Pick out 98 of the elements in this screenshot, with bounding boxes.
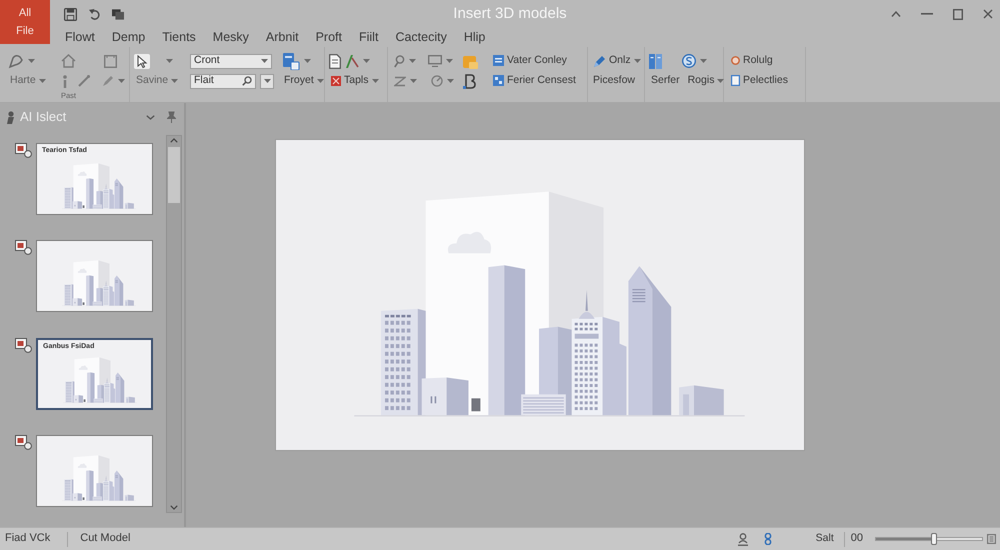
person-icon[interactable]	[738, 532, 748, 546]
status-text: Cut Model	[80, 532, 130, 546]
figure-icon	[6, 110, 15, 124]
stack-icon[interactable]	[112, 8, 124, 20]
cursor-icon[interactable]	[134, 54, 150, 68]
ribbon-dropdown[interactable]: Savine	[134, 75, 180, 87]
menu-tab[interactable]: Arbnit	[266, 30, 299, 45]
menu-tab[interactable]: Tients	[162, 30, 196, 45]
caret-icon[interactable]	[28, 59, 35, 63]
minimize-icon[interactable]	[921, 13, 933, 15]
menu-tab[interactable]: Fiilt	[358, 30, 378, 45]
caret-icon[interactable]	[410, 79, 417, 83]
caret-icon[interactable]	[409, 59, 416, 63]
search-field[interactable]: Flait	[190, 74, 256, 88]
ribbon-button[interactable]: Rolulg	[729, 55, 775, 67]
window-icon[interactable]	[493, 55, 504, 66]
maximize-icon[interactable]	[953, 8, 963, 20]
scroll-up-icon[interactable]	[170, 138, 178, 143]
ribbon-dropdown[interactable]: Froyet	[282, 75, 326, 87]
undo-icon[interactable]	[89, 8, 100, 20]
caret-icon[interactable]	[717, 78, 724, 83]
dial-icon[interactable]	[431, 75, 443, 87]
slide-icon[interactable]	[15, 143, 32, 158]
magnifier-icon[interactable]	[394, 54, 405, 68]
pencil-icon[interactable]	[102, 75, 114, 87]
frame-icon[interactable]	[104, 54, 117, 68]
compass-icon[interactable]	[345, 54, 359, 68]
panel-title: AI Islect	[20, 108, 66, 126]
caret-icon[interactable]	[264, 79, 270, 83]
stacked-circles-icon[interactable]	[764, 533, 772, 545]
lasso-icon[interactable]	[8, 54, 24, 68]
table-icon[interactable]	[493, 75, 504, 86]
dropdown-button[interactable]	[260, 74, 274, 88]
slide-icon[interactable]	[15, 240, 32, 256]
caret-icon[interactable]	[372, 78, 379, 83]
menu-tab[interactable]: Mesky	[212, 30, 249, 45]
slide-icon[interactable]	[15, 434, 32, 450]
zigzag-icon[interactable]	[394, 76, 406, 86]
caret-icon[interactable]	[447, 79, 454, 83]
globe-icon[interactable]	[682, 54, 696, 68]
screen-icon[interactable]	[428, 55, 442, 67]
circle-icon[interactable]	[731, 56, 740, 66]
slider-thumb[interactable]	[931, 533, 938, 545]
slide-icon[interactable]	[15, 338, 32, 353]
document-icon[interactable]	[282, 52, 300, 70]
book-icon[interactable]	[649, 54, 662, 68]
ribbon-dropdown[interactable]: Onlz	[591, 54, 643, 68]
view-button[interactable]: Salt	[814, 533, 836, 545]
close-icon[interactable]	[983, 9, 993, 19]
caret-icon[interactable]	[304, 59, 311, 63]
file-menu-button[interactable]: All File	[0, 0, 50, 44]
ribbon-dropdown[interactable]: Rogis	[686, 75, 726, 87]
search-icon[interactable]	[242, 76, 252, 86]
ribbon-dropdown[interactable]: Harte	[8, 75, 48, 87]
collapse-ribbon-icon[interactable]	[891, 11, 901, 17]
menu-tab[interactable]: Flowt	[65, 30, 95, 45]
caret-icon[interactable]	[634, 59, 641, 63]
pin-icon[interactable]	[167, 111, 176, 123]
ribbon-button[interactable]: Serfer	[649, 75, 682, 87]
scroll-thumb[interactable]	[168, 147, 180, 203]
brush-icon[interactable]	[78, 75, 90, 87]
ribbon-button[interactable]: Ferier Censest	[491, 75, 578, 87]
ribbon-button[interactable]: Vater Conley	[491, 55, 569, 67]
caret-icon[interactable]	[118, 79, 125, 83]
scroll-down-icon[interactable]	[170, 505, 178, 510]
window-title: Insert 3D models	[453, 4, 568, 24]
ribbon-dropdown[interactable]: Tapls	[329, 75, 381, 87]
page-icon[interactable]	[731, 75, 740, 86]
caret-icon[interactable]	[363, 59, 370, 63]
info-icon[interactable]	[62, 74, 68, 88]
menu-tab[interactable]: Demp	[112, 30, 146, 45]
ribbon-button[interactable]: Pelectlies	[729, 75, 790, 87]
caret-icon[interactable]	[700, 59, 707, 63]
menu-tab[interactable]: Cactecity	[395, 30, 447, 45]
ribbon-button[interactable]: Picesfow	[591, 75, 638, 87]
menu-tab[interactable]: Proft	[316, 30, 342, 45]
page-icon[interactable]	[329, 54, 341, 68]
slide-thumbnail[interactable]	[36, 240, 153, 312]
building	[679, 385, 724, 416]
font-field[interactable]: Cront	[190, 54, 272, 68]
zoom-level: 00	[850, 532, 863, 546]
caret-icon[interactable]	[38, 78, 46, 83]
caret-icon[interactable]	[446, 59, 453, 63]
x-box-icon[interactable]	[331, 76, 341, 86]
pen-icon[interactable]	[593, 54, 606, 68]
caret-icon[interactable]	[261, 59, 268, 63]
save-icon[interactable]	[64, 8, 77, 20]
framed-lines-icon[interactable]	[987, 534, 996, 544]
house-icon[interactable]	[61, 54, 76, 68]
caret-icon[interactable]	[171, 78, 178, 83]
status-text: Fiad VCk	[5, 532, 50, 546]
caret-icon[interactable]	[316, 78, 324, 83]
bold-icon[interactable]	[463, 74, 477, 88]
slide-thumbnail[interactable]	[36, 434, 153, 507]
scrollbar[interactable]	[166, 135, 182, 513]
caret-icon[interactable]	[166, 59, 173, 63]
chevron-down-icon[interactable]	[146, 114, 155, 120]
menu-tab[interactable]: Hlip	[464, 30, 486, 45]
